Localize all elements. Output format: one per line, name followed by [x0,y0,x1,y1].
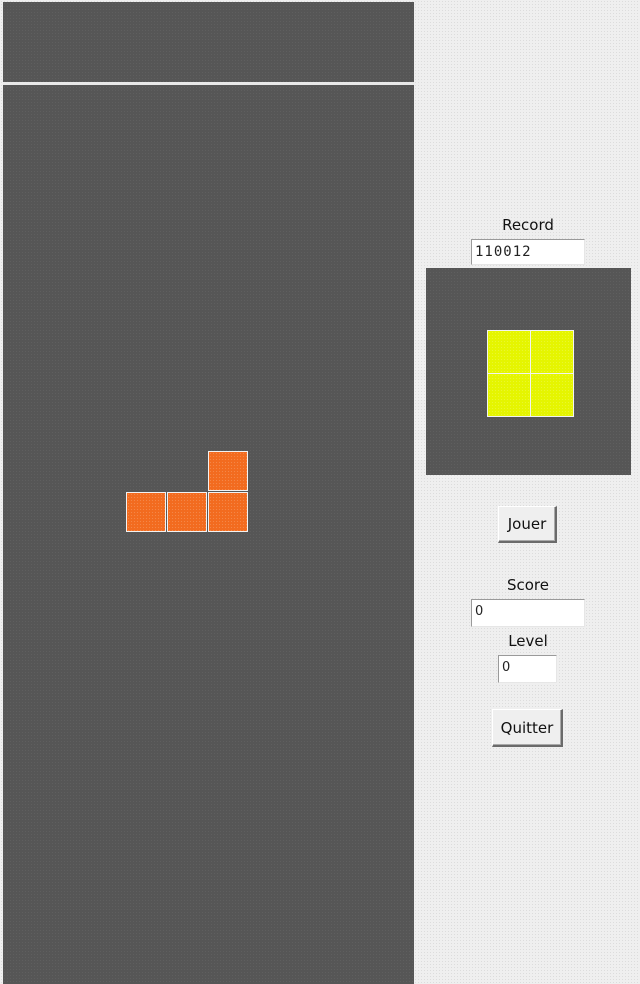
next-piece-block [487,373,531,417]
quit-button[interactable]: Quitter [492,709,563,747]
play-button[interactable]: Jouer [498,506,557,543]
next-piece-block [530,373,574,417]
next-piece-block [487,330,531,374]
current-piece-block [208,492,248,532]
game-board[interactable] [3,2,414,984]
level-label: Level [508,632,548,650]
record-label: Record [502,216,554,234]
record-field: 110012 [471,239,585,265]
current-piece-block [208,451,248,491]
score-label: Score [506,576,549,594]
level-field: 0 [498,655,557,683]
next-piece-preview [426,268,631,475]
tetris-window: Record 110012 Jouer Score 0 Level 0 Quit… [0,0,640,984]
score-field: 0 [471,599,585,627]
current-piece-block [167,492,207,532]
spawn-zone-divider [3,82,414,85]
next-piece-block [530,330,574,374]
current-piece-block [126,492,166,532]
